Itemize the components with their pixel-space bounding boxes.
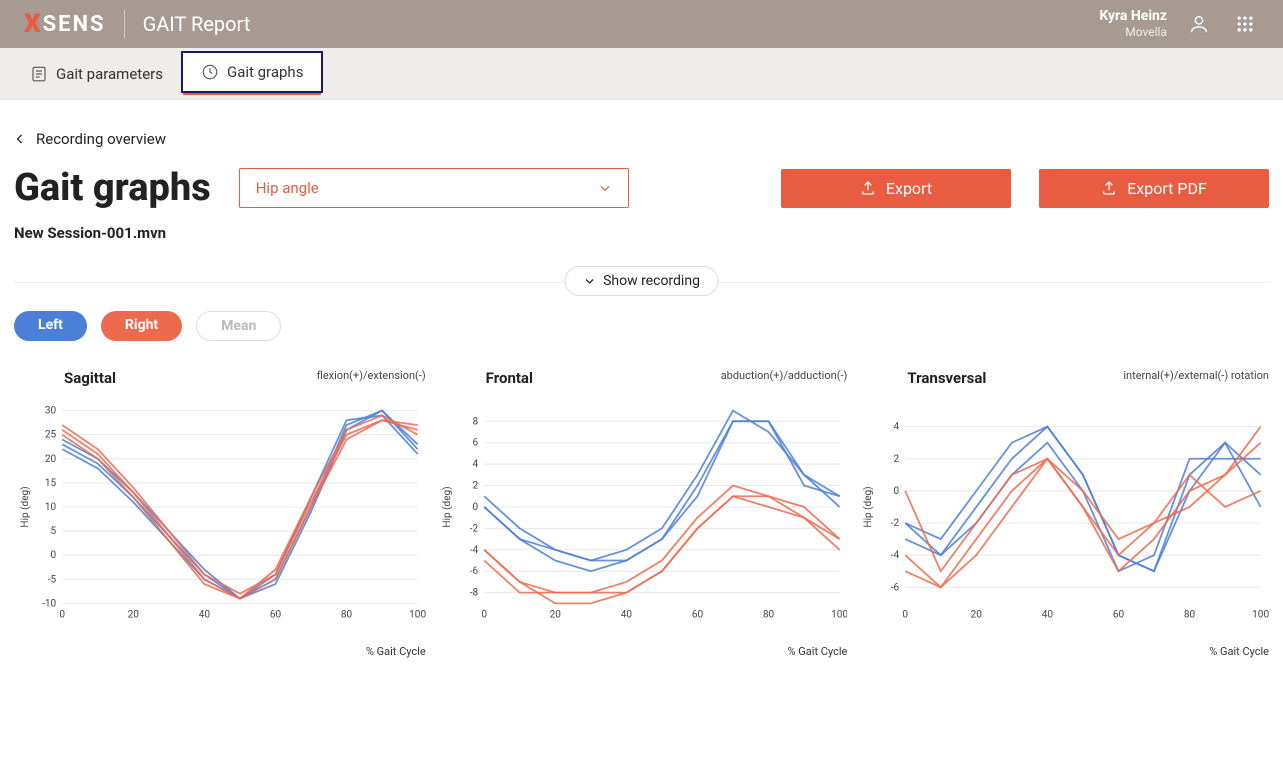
logo-text: SENS [43, 12, 106, 37]
export-pdf-label: Export PDF [1127, 179, 1207, 198]
user-box: Kyra Heinz Movella [1099, 8, 1167, 39]
svg-text:-4: -4 [469, 545, 478, 556]
clock-icon [201, 63, 219, 81]
svg-text:-5: -5 [48, 574, 57, 585]
chart-xlabel: % Gait Cycle [857, 645, 1269, 658]
svg-text:60: 60 [691, 609, 703, 620]
export-button[interactable]: Export [781, 169, 1011, 208]
tab-gait-parameters[interactable]: Gait parameters [12, 55, 181, 93]
svg-text:2: 2 [472, 481, 478, 492]
svg-text:5: 5 [51, 526, 57, 537]
chart-subtitle: internal(+)/external(-) rotation [1123, 369, 1269, 382]
pill-left[interactable]: Left [14, 311, 87, 341]
show-recording-toggle[interactable]: Show recording [564, 266, 719, 296]
svg-text:0: 0 [903, 609, 909, 620]
chevron-down-icon [598, 181, 612, 195]
upload-icon [1101, 180, 1117, 196]
apps-grid-icon[interactable] [1231, 10, 1259, 38]
svg-text:10: 10 [45, 502, 57, 513]
svg-text:8: 8 [472, 416, 478, 427]
chart-sagittal: flexion(+)/extension(-)Sagittal-10-50510… [14, 369, 426, 658]
svg-text:-4: -4 [891, 550, 900, 561]
svg-text:100: 100 [409, 609, 425, 620]
svg-text:80: 80 [1184, 609, 1196, 620]
svg-text:25: 25 [45, 430, 57, 441]
svg-text:15: 15 [45, 478, 57, 489]
export-pdf-button[interactable]: Export PDF [1039, 169, 1269, 208]
back-link[interactable]: Recording overview [14, 130, 1269, 148]
chart-subtitle: abduction(+)/adduction(-) [721, 369, 848, 382]
export-label: Export [886, 179, 932, 198]
chart-subtitle: flexion(+)/extension(-) [317, 369, 426, 382]
tab-graphs-label: Gait graphs [227, 63, 303, 81]
chart-plot-area: -6-4-2024020406080100Hip (deg) [857, 391, 1269, 641]
chart-xlabel: % Gait Cycle [14, 645, 426, 658]
back-label: Recording overview [36, 130, 166, 148]
pill-mean[interactable]: Mean [196, 311, 281, 341]
svg-text:6: 6 [472, 438, 478, 449]
chevron-down-icon [583, 275, 595, 287]
page-title: Gait graphs [14, 166, 211, 210]
chart-plot-area: -8-6-4-202468020406080100Hip (deg) [436, 391, 848, 641]
chevron-left-icon [14, 133, 26, 145]
series-filter-pills: Left Right Mean [14, 311, 1269, 341]
svg-text:Hip (deg): Hip (deg) [19, 486, 31, 527]
tab-bar: Gait parameters Gait graphs [0, 48, 1283, 100]
svg-text:-2: -2 [891, 518, 900, 529]
pill-right[interactable]: Right [101, 311, 182, 341]
charts-row: flexion(+)/extension(-)Sagittal-10-50510… [14, 369, 1269, 658]
svg-text:20: 20 [971, 609, 983, 620]
svg-text:20: 20 [128, 609, 140, 620]
svg-text:-6: -6 [469, 566, 478, 577]
upload-icon [860, 180, 876, 196]
svg-text:4: 4 [472, 459, 478, 470]
svg-text:20: 20 [549, 609, 561, 620]
user-name: Kyra Heinz [1099, 8, 1167, 25]
logo: XSENS [24, 9, 106, 39]
svg-text:-8: -8 [469, 588, 478, 599]
svg-text:40: 40 [199, 609, 211, 620]
session-label: New Session-001.mvn [14, 224, 1269, 242]
select-value: Hip angle [256, 179, 319, 197]
svg-text:60: 60 [270, 609, 282, 620]
app-header: XSENS GAIT Report Kyra Heinz Movella [0, 0, 1283, 48]
svg-text:40: 40 [1042, 609, 1054, 620]
header-title: GAIT Report [143, 12, 251, 36]
svg-text:2: 2 [894, 454, 900, 465]
svg-text:60: 60 [1113, 609, 1125, 620]
svg-text:0: 0 [472, 502, 478, 513]
tab-parameters-label: Gait parameters [56, 65, 163, 83]
svg-text:0: 0 [481, 609, 487, 620]
header-divider [124, 10, 125, 38]
svg-text:40: 40 [620, 609, 632, 620]
svg-text:Hip (deg): Hip (deg) [441, 486, 453, 527]
svg-text:0: 0 [59, 609, 65, 620]
svg-text:80: 80 [341, 609, 353, 620]
user-company: Movella [1099, 25, 1167, 39]
svg-text:-10: -10 [42, 598, 56, 609]
chart-plot-area: -10 -5 0 5 10 15 20 25 30 0 20 40 60 80 100 Hip (deg) [14, 391, 426, 641]
svg-text:20: 20 [45, 454, 57, 465]
logo-x-mark: X [24, 9, 43, 39]
chart-transversal: internal(+)/external(-) rotationTransver… [857, 369, 1269, 658]
svg-text:4: 4 [894, 422, 900, 433]
tab-gait-graphs[interactable]: Gait graphs [181, 51, 323, 93]
svg-text:Hip (deg): Hip (deg) [862, 486, 874, 527]
svg-text:0: 0 [51, 550, 57, 561]
chart-frontal: abduction(+)/adduction(-)Frontal-8-6-4-2… [436, 369, 848, 658]
angle-select[interactable]: Hip angle [239, 168, 629, 208]
svg-text:80: 80 [763, 609, 775, 620]
svg-text:-2: -2 [469, 523, 478, 534]
svg-text:30: 30 [45, 406, 57, 417]
show-recording-label: Show recording [603, 273, 700, 289]
svg-text:0: 0 [894, 486, 900, 497]
section-divider: Show recording [14, 282, 1269, 283]
svg-text:100: 100 [831, 609, 847, 620]
svg-text:-6: -6 [891, 582, 900, 593]
svg-text:100: 100 [1253, 609, 1269, 620]
chart-xlabel: % Gait Cycle [436, 645, 848, 658]
list-icon [30, 65, 48, 83]
profile-icon[interactable] [1185, 10, 1213, 38]
